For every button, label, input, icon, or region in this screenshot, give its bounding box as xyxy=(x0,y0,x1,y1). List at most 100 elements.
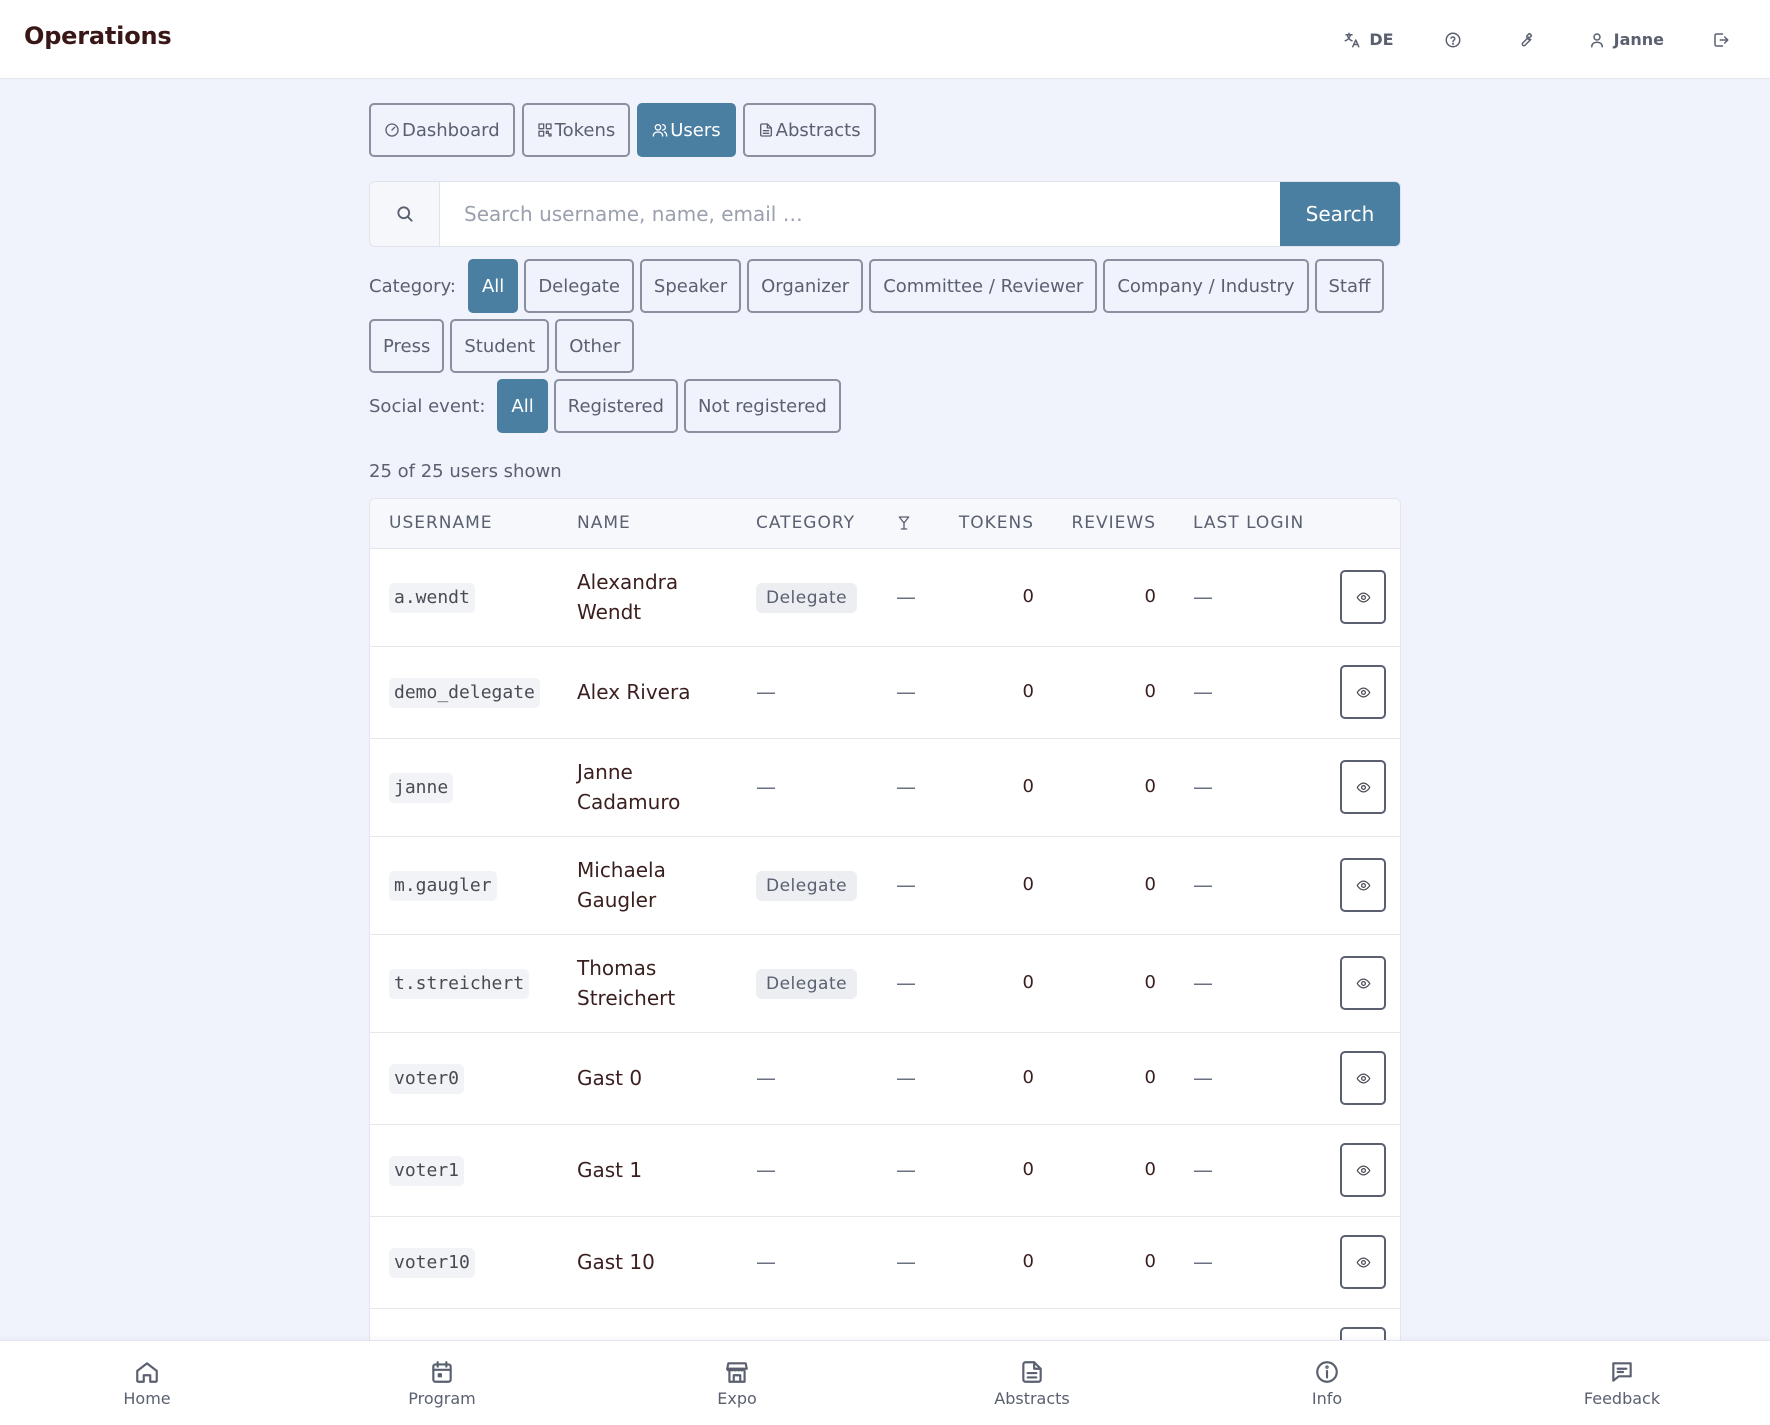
view-user-button[interactable] xyxy=(1340,570,1386,624)
bottom-nav-feedback[interactable]: Feedback xyxy=(1562,1359,1682,1408)
social-event-filter: Social event: All Registered Not registe… xyxy=(369,379,1401,433)
tab-tokens[interactable]: Tokens xyxy=(521,103,631,157)
column-header-last-login[interactable]: LAST LOGIN xyxy=(1174,499,1312,549)
bottom-nav-abstracts[interactable]: Abstracts xyxy=(972,1359,1092,1408)
table-row: demo_delegate Alex Rivera — — 0 0 — xyxy=(370,646,1400,739)
search-input[interactable] xyxy=(440,182,1280,246)
cell-reviews: 0 xyxy=(1052,1216,1174,1309)
results-count: 25 of 25 users shown xyxy=(369,461,562,482)
column-header-name[interactable]: NAME xyxy=(558,499,737,549)
view-user-button[interactable] xyxy=(1340,1143,1386,1197)
category-badge: Delegate xyxy=(756,969,858,999)
column-header-tokens[interactable]: TOKENS xyxy=(937,499,1052,549)
help-button[interactable] xyxy=(1430,20,1476,60)
app-title: Operations xyxy=(24,22,172,50)
category-chip-all[interactable]: All xyxy=(467,259,519,313)
category-chip-student[interactable]: Student xyxy=(450,319,550,373)
eye-icon xyxy=(1356,592,1370,602)
cell-category: Delegate xyxy=(737,548,877,647)
cell-category: — xyxy=(737,738,877,837)
view-user-button[interactable] xyxy=(1340,858,1386,912)
gauge-icon xyxy=(385,123,399,137)
cell-last-login: — xyxy=(1174,548,1312,647)
bottom-nav-expo[interactable]: Expo xyxy=(677,1359,797,1408)
language-label: DE xyxy=(1369,30,1394,49)
bottom-nav-home[interactable]: Home xyxy=(87,1359,207,1408)
cell-tokens: 0 xyxy=(937,646,1052,739)
view-user-button[interactable] xyxy=(1340,665,1386,719)
cell-last-login: — xyxy=(1174,646,1312,739)
username-code: janne xyxy=(389,773,454,803)
bottom-nav-info[interactable]: Info xyxy=(1267,1359,1387,1408)
social-chip-all[interactable]: All xyxy=(497,379,548,433)
username-code: a.wendt xyxy=(389,583,475,613)
tab-dashboard[interactable]: Dashboard xyxy=(369,103,515,157)
cell-category: Delegate xyxy=(737,934,877,1033)
category-chip-press[interactable]: Press xyxy=(369,319,445,373)
username-code: demo_delegate xyxy=(389,678,540,708)
social-chip-not-registered[interactable]: Not registered xyxy=(683,379,841,433)
cell-social-event: — xyxy=(877,548,937,647)
category-badge: Delegate xyxy=(756,871,858,901)
cell-tokens: 0 xyxy=(937,1032,1052,1125)
cell-category: — xyxy=(737,1216,877,1309)
cell-tokens: 0 xyxy=(937,934,1052,1033)
eye-icon xyxy=(1356,880,1370,890)
tab-users[interactable]: Users xyxy=(637,103,736,157)
cell-actions xyxy=(1312,548,1400,647)
table-header-row: USERNAME NAME CATEGORY TOKENS REVIEWS LA… xyxy=(370,499,1400,549)
tab-abstracts[interactable]: Abstracts xyxy=(742,103,876,157)
view-user-button[interactable] xyxy=(1340,956,1386,1010)
user-icon xyxy=(1590,32,1603,47)
table-row: janne Janne Cadamuro — — 0 0 — xyxy=(370,738,1400,837)
cell-reviews: 0 xyxy=(1052,646,1174,739)
cell-social-event: — xyxy=(877,1216,937,1309)
cell-username: t.streichert xyxy=(370,934,558,1033)
cell-last-login: — xyxy=(1174,738,1312,837)
category-chip-delegate[interactable]: Delegate xyxy=(524,259,634,313)
top-bar: Operations DE Janne xyxy=(0,0,1770,79)
table-row: voter10 Gast 10 — — 0 0 — xyxy=(370,1216,1400,1309)
view-user-button[interactable] xyxy=(1340,760,1386,814)
username-code: t.streichert xyxy=(389,969,530,999)
column-header-username[interactable]: USERNAME xyxy=(370,499,558,549)
search-button[interactable]: Search xyxy=(1280,182,1400,246)
category-chip-company-industry[interactable]: Company / Industry xyxy=(1103,259,1309,313)
language-switch[interactable]: DE xyxy=(1329,20,1407,60)
cell-name: Janne Cadamuro xyxy=(558,738,737,837)
category-chip-speaker[interactable]: Speaker xyxy=(639,259,742,313)
home-icon xyxy=(136,1362,158,1383)
section-tabs: Dashboard Tokens Users Abstracts xyxy=(369,103,1401,157)
cell-reviews: 0 xyxy=(1052,548,1174,647)
category-chip-organizer[interactable]: Organizer xyxy=(747,259,864,313)
username-code: voter10 xyxy=(389,1248,475,1278)
social-chip-registered[interactable]: Registered xyxy=(553,379,678,433)
view-user-button[interactable] xyxy=(1340,1235,1386,1289)
social-filter-label: Social event: xyxy=(369,395,486,417)
view-user-button[interactable] xyxy=(1340,1051,1386,1105)
tools-button[interactable] xyxy=(1502,20,1548,60)
category-chip-staff[interactable]: Staff xyxy=(1314,259,1385,313)
cell-actions xyxy=(1312,1124,1400,1217)
main-content: Dashboard Tokens Users Abstracts Search … xyxy=(369,103,1401,1348)
cell-reviews: 0 xyxy=(1052,738,1174,837)
eye-icon xyxy=(1356,1165,1370,1175)
cell-category: — xyxy=(737,1032,877,1125)
cell-actions xyxy=(1312,1216,1400,1309)
eye-icon xyxy=(1356,782,1370,792)
user-menu[interactable]: Janne xyxy=(1574,20,1678,60)
category-badge: Delegate xyxy=(756,583,858,613)
column-header-reviews[interactable]: REVIEWS xyxy=(1052,499,1174,549)
logout-button[interactable] xyxy=(1698,20,1744,60)
help-circle-icon xyxy=(1445,32,1461,47)
column-header-category[interactable]: CATEGORY xyxy=(737,499,877,549)
qr-code-icon xyxy=(537,123,552,137)
bottom-nav-program[interactable]: Program xyxy=(382,1359,502,1408)
cell-last-login: — xyxy=(1174,1032,1312,1125)
column-header-social-event[interactable] xyxy=(877,499,937,549)
cell-category: Delegate xyxy=(737,836,877,935)
cell-last-login: — xyxy=(1174,1124,1312,1217)
category-chip-other[interactable]: Other xyxy=(555,319,635,373)
category-chip-committee-reviewer[interactable]: Committee / Reviewer xyxy=(869,259,1098,313)
cell-username: m.gaugler xyxy=(370,836,558,935)
